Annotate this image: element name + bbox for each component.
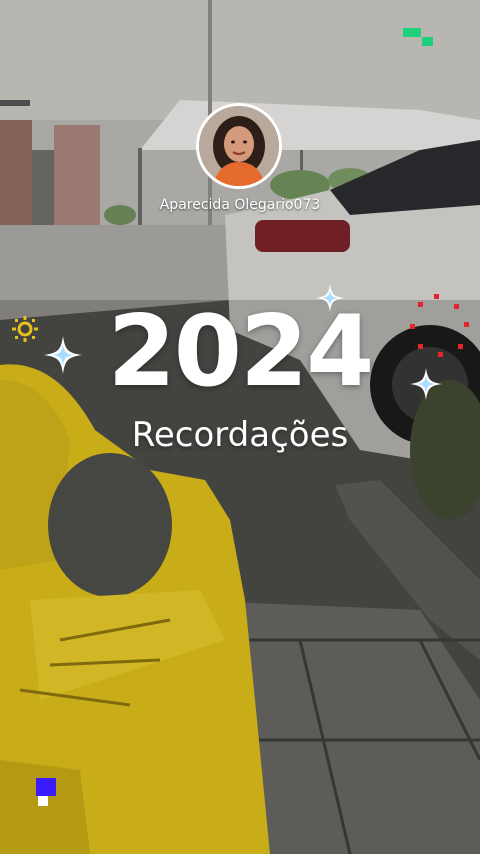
story-screen[interactable]: Aparecida Olegario073 2024 Recordações (0, 0, 480, 854)
story-subtitle: Recordações (131, 415, 349, 455)
green-pixel-blocks-icon (403, 28, 433, 46)
story-title-year: 2024 (107, 295, 375, 409)
blue-white-pixel-blocks-icon (36, 778, 56, 806)
profile-photo (199, 106, 279, 186)
username-label[interactable]: Aparecida Olegario073 (0, 197, 480, 213)
avatar[interactable] (196, 103, 282, 189)
